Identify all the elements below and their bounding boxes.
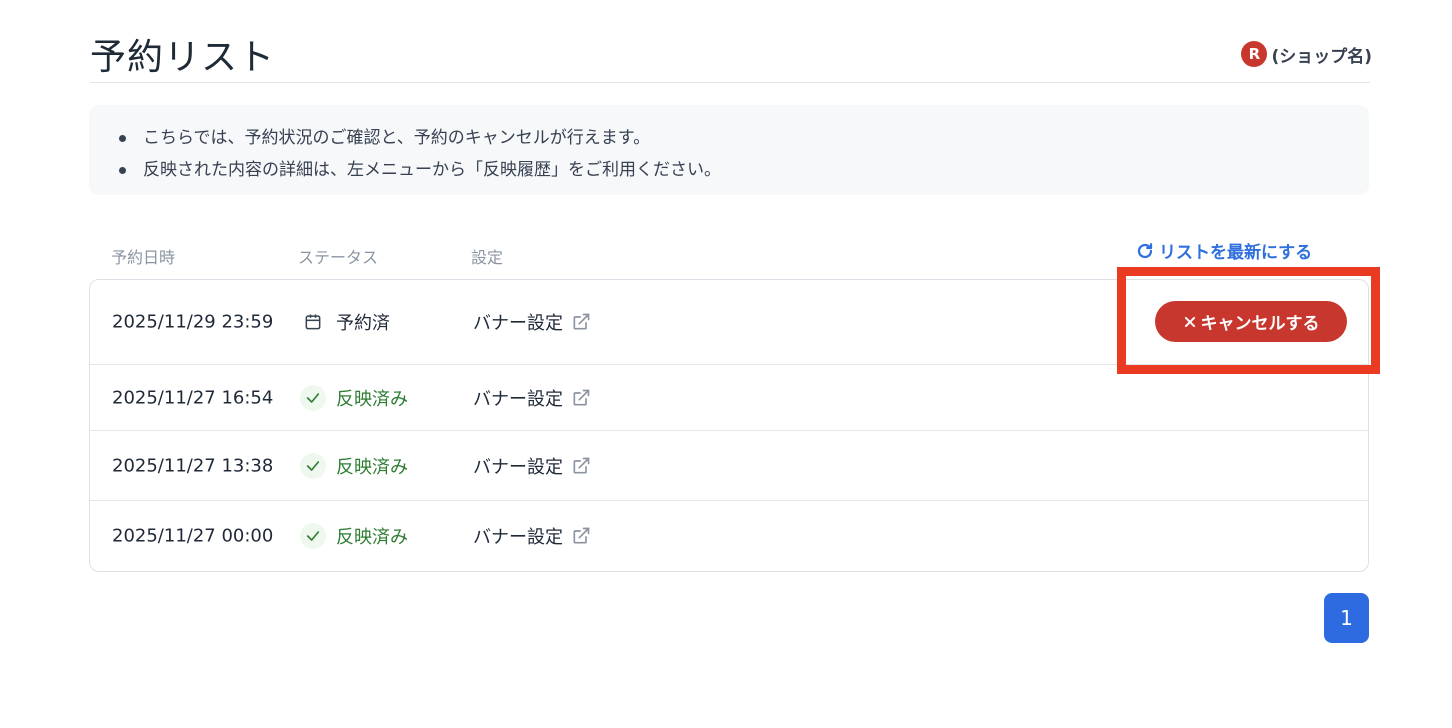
pagination-page-button[interactable]: 1 (1324, 593, 1369, 643)
calendar-icon (300, 309, 326, 335)
setting-label: バナー設定 (473, 527, 563, 548)
table-row: 2025/11/27 13:38 反映済み バナー設定 (90, 431, 1368, 501)
column-header-status: ステータス (298, 248, 379, 267)
external-link-icon[interactable] (571, 388, 591, 408)
setting-label: バナー設定 (473, 456, 563, 478)
refresh-label: リストを最新にする (1159, 243, 1313, 263)
reservation-date: 2025/11/27 16:54 (112, 387, 274, 408)
reservation-date: 2025/11/27 13:38 (112, 455, 274, 476)
page-title: 予約リスト (90, 37, 276, 78)
status-label: 反映済み (336, 456, 408, 478)
title-divider (90, 82, 1370, 83)
external-link-icon[interactable] (571, 456, 591, 476)
status-label: 反映済み (336, 527, 408, 548)
refresh-list-link[interactable]: リストを最新にする (1136, 238, 1312, 263)
notice-list: こちらでは、予約状況のご確認と、予約のキャンセルが行えます。 反映された内容の詳… (119, 122, 1369, 186)
setting-cell: バナー設定 (473, 523, 591, 549)
status-label: 反映済み (336, 388, 408, 410)
status-cell: 反映済み (300, 384, 408, 411)
check-icon (300, 384, 326, 411)
refresh-icon (1137, 242, 1153, 258)
table-row: 2025/11/27 00:00 反映済み バナー設定 (90, 501, 1368, 571)
shop-indicator: R (ショップ名) (1241, 41, 1372, 67)
column-header-setting: 設定 (471, 248, 504, 267)
check-icon (300, 523, 326, 549)
notice-item: 反映された内容の詳細は、左メニューから「反映履歴」をご利用ください。 (119, 154, 1369, 186)
setting-cell: バナー設定 (473, 309, 591, 335)
external-link-icon[interactable] (571, 526, 591, 546)
status-cell: 予約済 (300, 309, 390, 335)
column-header-date: 予約日時 (111, 248, 176, 267)
highlight-box (1117, 267, 1380, 374)
reservation-date: 2025/11/27 00:00 (112, 525, 274, 547)
status-label: 予約済 (336, 313, 390, 334)
setting-cell: バナー設定 (473, 385, 591, 411)
status-cell: 反映済み (300, 452, 408, 479)
reservation-date: 2025/11/29 23:59 (112, 311, 274, 333)
status-cell: 反映済み (300, 523, 408, 549)
setting-label: バナー設定 (473, 313, 563, 334)
setting-label: バナー設定 (473, 388, 563, 410)
setting-cell: バナー設定 (473, 453, 591, 479)
check-icon (300, 452, 326, 479)
shop-name: (ショップ名) (1271, 46, 1372, 67)
info-notice: こちらでは、予約状況のご確認と、予約のキャンセルが行えます。 反映された内容の詳… (89, 105, 1369, 195)
external-link-icon[interactable] (571, 312, 591, 332)
shop-logo: R (1241, 41, 1268, 67)
table-row: 2025/11/27 16:54 反映済み バナー設定 (90, 365, 1368, 431)
notice-item: こちらでは、予約状況のご確認と、予約のキャンセルが行えます。 (119, 122, 1369, 154)
